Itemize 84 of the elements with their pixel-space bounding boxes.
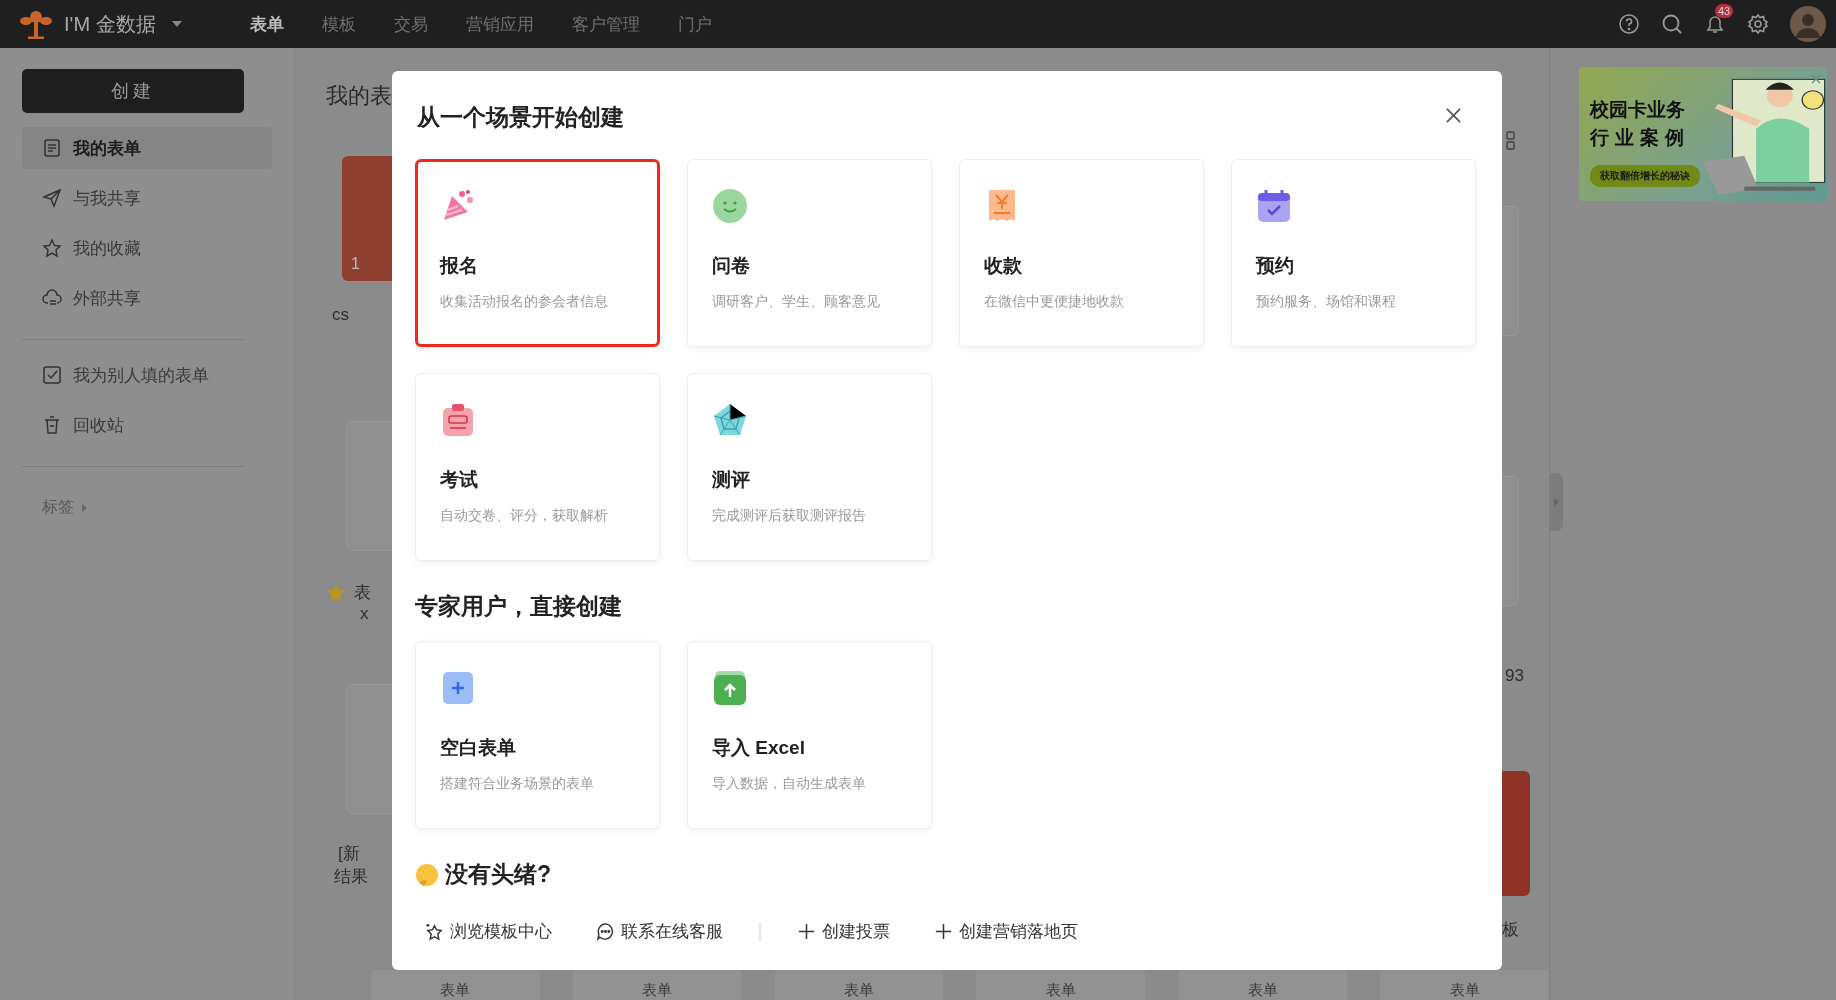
- close-icon[interactable]: [1811, 74, 1821, 84]
- help-link[interactable]: 创建投票: [797, 920, 890, 943]
- plus-square-icon: [440, 670, 476, 706]
- card-description: 导入数据，自动生成表单: [712, 775, 866, 793]
- help-icon[interactable]: [1618, 13, 1640, 35]
- card-title: 空白表单: [440, 736, 516, 760]
- card-description: 在微信中更便捷地收款: [984, 293, 1124, 311]
- pentagon-chart-icon: [712, 402, 748, 438]
- help-link[interactable]: 创建营销落地页: [934, 920, 1078, 943]
- form-name: cs: [332, 305, 349, 325]
- calendar-icon: [1256, 188, 1292, 224]
- card-title: 导入 Excel: [712, 736, 805, 760]
- form-name: 结果: [334, 866, 368, 888]
- upload-icon: [712, 670, 748, 706]
- document-icon: [42, 138, 62, 158]
- card-title: 预约: [1256, 254, 1294, 278]
- star-icon: [326, 582, 346, 603]
- card-title: 报名: [440, 254, 478, 278]
- avatar[interactable]: [1790, 6, 1826, 42]
- scenario-card[interactable]: 导入 Excel 导入数据，自动生成表单: [687, 641, 932, 829]
- scenario-card[interactable]: 问卷 调研客户、学生、顾客意见: [687, 159, 932, 347]
- help-link[interactable]: 浏览模板中心: [425, 920, 552, 943]
- brand-name[interactable]: I'M 金数据: [64, 10, 156, 38]
- smiley-icon: [712, 188, 748, 224]
- scenario-card[interactable]: 收款 在微信中更便捷地收款: [959, 159, 1204, 347]
- card-title: 考试: [440, 468, 478, 492]
- caret-icon: [82, 503, 87, 512]
- scenario-card[interactable]: 预约 预约服务、场馆和课程: [1231, 159, 1476, 347]
- card-description: 调研客户、学生、顾客意见: [712, 293, 880, 311]
- grid-view-icon[interactable]: [1506, 131, 1516, 151]
- sidebar-item[interactable]: 我的表单: [22, 127, 272, 169]
- plus-icon: [934, 922, 953, 941]
- notification-badge: 43: [1715, 4, 1734, 18]
- sidebar-item[interactable]: 我为别人填的表单: [22, 354, 272, 396]
- card-title: 收款: [984, 254, 1022, 278]
- scenario-card[interactable]: 空白表单 搭建符合业务场景的表单: [415, 641, 660, 829]
- sparkle-icon: [425, 922, 444, 941]
- paper-plane-icon: [42, 188, 62, 208]
- card-title: 问卷: [712, 254, 750, 278]
- form-name: [新: [338, 843, 360, 865]
- chat-icon: [596, 922, 615, 941]
- help-link[interactable]: 联系在线客服: [596, 920, 723, 943]
- cloud-icon: [42, 288, 62, 308]
- folder-count: 1: [351, 255, 360, 273]
- banner-button[interactable]: 获取翻倍增长的秘诀: [1590, 165, 1700, 187]
- scenario-card[interactable]: 报名 收集活动报名的参会者信息: [415, 159, 660, 347]
- dialog-title: 从一个场景开始创建: [417, 102, 624, 132]
- sidebar-item[interactable]: 与我共享: [22, 177, 272, 219]
- checkbox-icon: [42, 365, 62, 385]
- close-icon[interactable]: [1445, 106, 1462, 124]
- form-meta: x: [360, 604, 369, 624]
- scenario-card[interactable]: 考试 自动交卷、评分，获取解析: [415, 373, 660, 561]
- sidebar-item[interactable]: 回收站: [22, 404, 272, 446]
- card-description: 完成测评后获取测评报告: [712, 507, 866, 525]
- card-description: 预约服务、场馆和课程: [1256, 293, 1396, 311]
- settings-icon[interactable]: [1747, 13, 1769, 35]
- caret-icon[interactable]: [171, 21, 182, 27]
- banner-title: 校园卡业务: [1590, 98, 1686, 122]
- tree-logo-icon: [20, 9, 52, 39]
- card-description: 搭建符合业务场景的表单: [440, 775, 594, 793]
- page-heading: 我的表: [326, 82, 392, 110]
- nav-tab[interactable]: 表单: [249, 12, 284, 36]
- sidebar-item[interactable]: 我的收藏: [22, 227, 272, 269]
- search-icon[interactable]: [1661, 13, 1683, 35]
- clipboard-icon: [440, 402, 476, 438]
- section-title: 专家用户，直接创建: [415, 592, 623, 621]
- card-title: 测评: [712, 468, 750, 492]
- card-description: 自动交卷、评分，获取解析: [440, 507, 608, 525]
- collapse-handle[interactable]: [1550, 473, 1563, 531]
- scenario-card[interactable]: 测评 完成测评后获取测评报告: [687, 373, 932, 561]
- trash-icon: [42, 415, 62, 435]
- create-button[interactable]: 创建: [22, 69, 244, 113]
- thinking-emoji-icon: [415, 862, 439, 887]
- card-description: 收集活动报名的参会者信息: [440, 293, 608, 311]
- promo-banner[interactable]: 校园卡业务 行业案例 获取翻倍增长的秘诀: [1579, 67, 1827, 201]
- form-name: 板: [1502, 919, 1519, 941]
- bell-icon[interactable]: [1704, 13, 1726, 35]
- sidebar-item[interactable]: 外部共享: [22, 277, 272, 319]
- form-name: 表: [354, 582, 371, 604]
- banner-title: 行业案例: [1590, 126, 1691, 150]
- star-icon: [42, 238, 62, 258]
- section-title: 没有头绪?: [445, 860, 552, 889]
- form-meta: 93: [1505, 666, 1524, 686]
- plus-icon: [797, 922, 816, 941]
